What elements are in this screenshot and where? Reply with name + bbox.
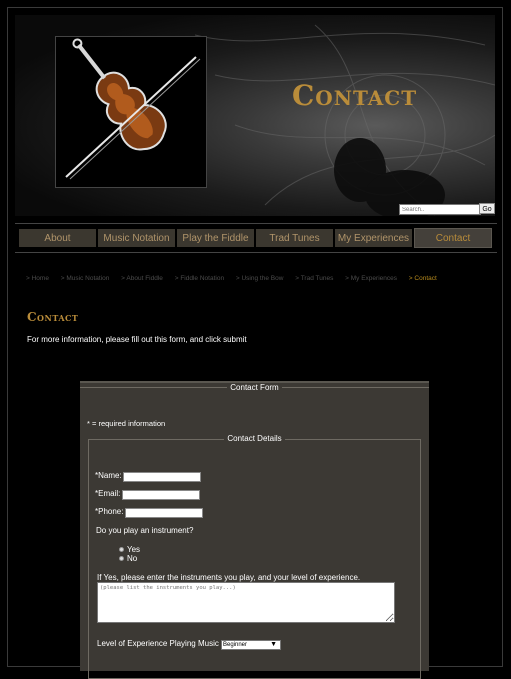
breadcrumb-music-notation[interactable]: > Music Notation bbox=[61, 275, 110, 282]
radio-yes-control[interactable] bbox=[119, 547, 124, 552]
email-field[interactable] bbox=[122, 490, 200, 500]
breadcrumb: > Home > Music Notation > About Fiddle >… bbox=[26, 275, 447, 282]
radio-no-label: No bbox=[127, 554, 138, 563]
experience-label: Level of Experience Playing Music bbox=[97, 639, 219, 648]
breadcrumb-fiddle-notation[interactable]: > Fiddle Notation bbox=[175, 275, 224, 282]
details-legend: Contact Details bbox=[89, 434, 420, 443]
required-note: * = required information bbox=[87, 419, 166, 428]
radio-no[interactable]: No bbox=[119, 554, 137, 563]
instrument-question: Do you play an instrument? bbox=[96, 526, 194, 535]
violin-image bbox=[55, 36, 207, 188]
search-input[interactable] bbox=[399, 204, 481, 215]
experience-select-value: Beginner bbox=[223, 642, 248, 648]
search-go-button[interactable]: Go bbox=[479, 203, 495, 214]
experience-select[interactable]: Beginner ▼ bbox=[221, 640, 281, 650]
instruments-prompt: If Yes, please enter the instruments you… bbox=[97, 573, 361, 582]
email-label: *Email: bbox=[95, 489, 121, 498]
radio-yes-label: Yes bbox=[127, 545, 141, 554]
breadcrumb-contact: > Contact bbox=[408, 275, 437, 282]
instruments-textarea[interactable] bbox=[97, 582, 395, 623]
section-heading: Contact bbox=[27, 310, 79, 324]
intro-text: For more information, please fill out th… bbox=[27, 335, 247, 344]
nav-item-play-the-fiddle[interactable]: Play the Fiddle bbox=[176, 228, 255, 248]
contact-details-fieldset: Contact Details *Name: *Email: *Phone: D… bbox=[88, 434, 421, 679]
nav-item-contact[interactable]: Contact bbox=[414, 228, 492, 248]
breadcrumb-my-experiences[interactable]: > My Experiences bbox=[345, 275, 397, 282]
breadcrumb-trad-tunes[interactable]: > Trad Tunes bbox=[295, 275, 333, 282]
breadcrumb-using-the-bow[interactable]: > Using the Bow bbox=[236, 275, 284, 282]
name-label: *Name: bbox=[95, 471, 122, 480]
phone-field[interactable] bbox=[125, 508, 203, 518]
contact-form-panel: Contact Form * = required information Co… bbox=[80, 381, 429, 679]
phone-label: *Phone: bbox=[95, 507, 124, 516]
chevron-down-icon: ▼ bbox=[270, 641, 277, 648]
nav-bottom-rule bbox=[15, 252, 497, 253]
radio-no-control[interactable] bbox=[119, 556, 124, 561]
nav-item-trad-tunes[interactable]: Trad Tunes bbox=[255, 228, 334, 248]
nav-item-music-notation[interactable]: Music Notation bbox=[97, 228, 176, 248]
breadcrumb-home[interactable]: > Home bbox=[26, 275, 49, 282]
form-legend: Contact Form bbox=[80, 383, 429, 392]
nav-top-rule bbox=[15, 223, 497, 224]
nav-item-about[interactable]: About bbox=[18, 228, 97, 248]
breadcrumb-about-fiddle[interactable]: > About Fiddle bbox=[121, 275, 163, 282]
nav-item-my-experiences[interactable]: My Experiences bbox=[334, 228, 413, 248]
page-title: Contact bbox=[292, 79, 418, 112]
name-field[interactable] bbox=[123, 472, 201, 482]
radio-yes[interactable]: Yes bbox=[119, 545, 140, 554]
main-nav: About Music Notation Play the Fiddle Tra… bbox=[18, 228, 494, 249]
